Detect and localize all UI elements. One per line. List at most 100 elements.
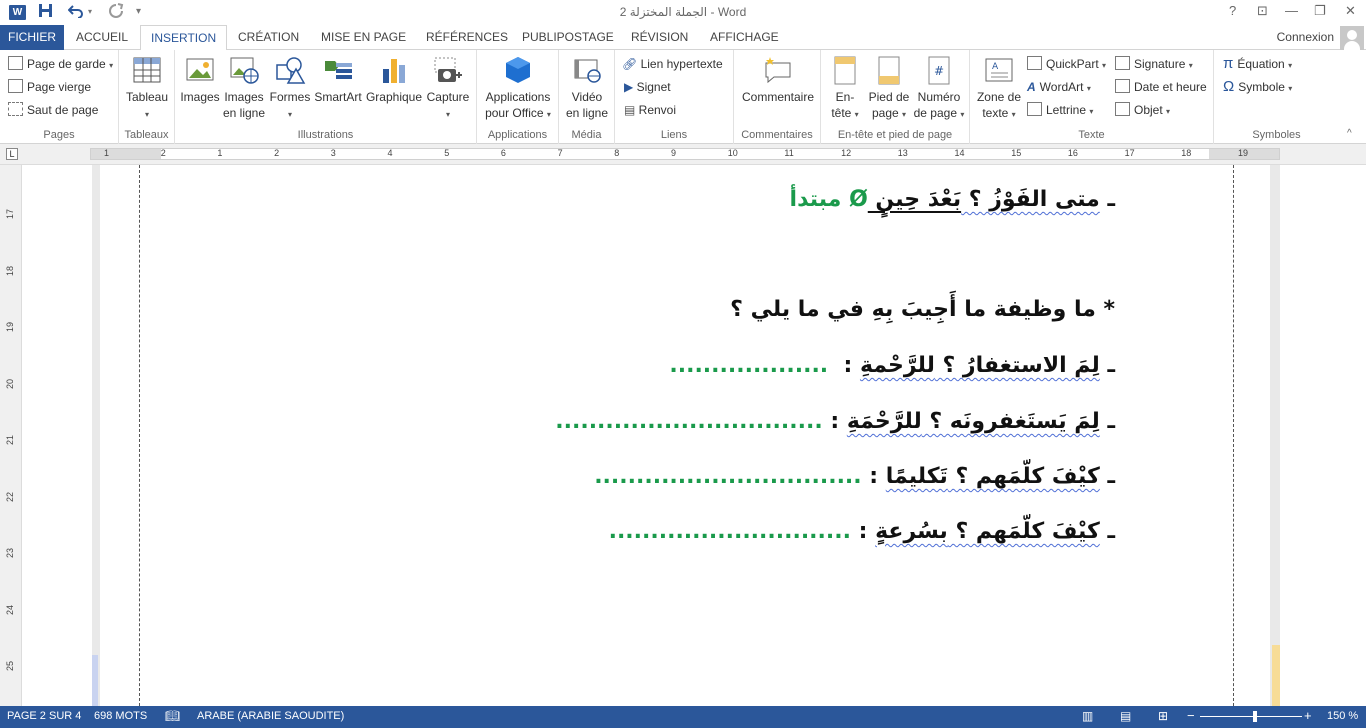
equation-button[interactable]: π Équation ▾ [1223,54,1292,74]
ruler-tick-label: 25 [5,660,16,672]
smartart-icon [325,61,352,79]
page-count[interactable]: PAGE 2 SUR 4 [7,710,81,722]
table-button[interactable]: Tableau ▾ [125,55,169,123]
zoom-slider-thumb[interactable] [1253,711,1257,722]
document-area[interactable]: 17 18 19 20 21 22 23 24 25 ـ متى الفَوْزُ ؟ بَعْ… [0,165,1366,706]
group-apps: Applications pour Office ▾ Applications [477,50,559,144]
page-break-icon [8,102,23,116]
text-box-button[interactable]: A Zone de texte ▾ [974,55,1024,123]
text-line[interactable]: ـ كيْفَ كلّمَهم ؟ تَكليمًا : ...........… [594,464,1115,489]
read-mode-icon[interactable]: ▥ [1082,709,1093,723]
cross-reference-button[interactable]: ▤ Renvoi [624,100,676,120]
symbol-button[interactable]: Ω Symbole ▾ [1223,77,1292,97]
minimize-icon[interactable]: — [1285,3,1298,18]
zoom-in-button[interactable]: + [1304,708,1312,723]
chart-button[interactable]: Graphique [365,55,423,105]
smartart-button[interactable]: SmartArt [313,55,363,105]
svg-text:A: A [992,62,999,72]
screenshot-button[interactable]: Capture ▾ [425,55,471,123]
ruler-tick-label: 19 [5,321,16,333]
bookmark-icon: ▶ [624,80,637,94]
avatar[interactable] [1340,26,1364,50]
ruler-tick-label: 1 [104,148,110,158]
tab-selector[interactable]: L [6,148,18,160]
sign-in-link[interactable]: Connexion [1277,30,1334,44]
ribbon-display-options-icon[interactable]: ⊡ [1257,3,1268,19]
tab-mailings[interactable]: PUBLIPOSTAGE [512,25,624,50]
wordart-button[interactable]: A WordArt ▾ [1027,77,1091,97]
print-layout-icon[interactable]: ▤ [1120,709,1131,723]
cover-page-button[interactable]: Page de garde ▾ [8,54,113,74]
tab-review[interactable]: RÉVISION [621,25,698,50]
link-icon: 🔗︎ [622,57,641,71]
tab-design[interactable]: CRÉATION [228,25,309,50]
zoom-out-button[interactable]: − [1187,708,1195,723]
hyperlink-button[interactable]: 🔗︎ Lien hypertexte [622,54,723,74]
ruler-tick-label: 17 [5,208,16,220]
tab-home[interactable]: ACCUEIL [66,25,138,50]
zoom-slider[interactable] [1200,716,1302,717]
pi-icon: π [1223,55,1234,72]
group-label-apps: Applications [487,129,548,141]
page-break-button[interactable]: Saut de page [8,100,98,120]
proofing-icon[interactable]: 📖︎ [165,709,180,723]
drop-cap-button[interactable]: Lettrine ▾ [1027,100,1093,120]
tab-file[interactable]: FICHIER [0,25,64,50]
images-button[interactable]: Images [180,55,220,105]
ruler-tick-label: 7 [557,148,563,158]
horizontal-ruler[interactable]: 1 2 1 2 3 4 5 6 7 8 9 10 11 12 13 14 15 16 17 18 19 [90,148,1280,160]
object-icon [1115,102,1130,116]
collapse-ribbon-icon[interactable]: ^ [1347,128,1352,139]
video-icon [574,59,601,83]
table-icon [133,57,161,83]
text-line[interactable]: ـ كيْفَ كلّمَهم ؟ بسُرعةٍ : ............… [609,519,1115,544]
tab-insert[interactable]: INSERTION [140,25,228,51]
group-label-comments: Commentaires [741,129,813,141]
object-button[interactable]: Objet ▾ [1115,100,1170,120]
language-indicator[interactable]: ARABE (ARABIE SAOUDITE) [197,710,344,722]
footer-button[interactable]: Pied de page ▾ [867,55,911,123]
drop-cap-icon [1027,102,1042,116]
word-count[interactable]: 698 MOTS [94,710,147,722]
header-icon [834,56,856,85]
date-time-button[interactable]: Date et heure [1115,77,1207,97]
page-number-button[interactable]: # Numéro de page ▾ [913,55,965,123]
restore-icon[interactable]: ❐ [1314,3,1326,19]
text-line[interactable]: ـ لِمَ يَستَغفرونَه ؟ للرَّحْمَةِ : ....… [555,409,1115,434]
group-illustrations: Images Images en ligne Formes ▾ SmartArt G… [175,50,477,144]
tab-layout[interactable]: MISE EN PAGE [311,25,416,50]
help-icon[interactable]: ? [1229,3,1236,18]
comment-button[interactable]: Commentaire [738,55,818,105]
tab-view[interactable]: AFFICHAGE [700,25,789,50]
blank-page-button[interactable]: Page vierge [8,77,91,97]
shapes-button[interactable]: Formes ▾ [269,55,311,123]
group-label-illustrations: Illustrations [297,129,354,141]
bookmark-button[interactable]: ▶ Signet [624,77,671,97]
ruler-tick-label: 22 [5,491,16,502]
bar-chart-icon [383,59,405,83]
tab-references[interactable]: RÉFÉRENCES [416,25,518,50]
text-line[interactable]: ـ لِمَ الاستغفارُ ؟ للرَّحْمةِ : .......… [669,353,1115,378]
calendar-icon [1115,79,1130,93]
status-bar: PAGE 2 SUR 4 698 MOTS 📖︎ ARABE (ARABIE S… [0,706,1366,728]
ruler-tick-label: 4 [387,148,393,158]
office-store-icon [506,57,530,83]
office-apps-button[interactable]: Applications pour Office ▾ [481,55,555,123]
page-number-icon: # [928,56,950,85]
header-button[interactable]: En-tête ▾ [825,55,865,123]
ruler-tick-label: 19 [1238,148,1249,158]
zoom-level[interactable]: 150 % [1327,710,1358,722]
ribbon: Page de garde ▾ Page vierge Saut de page… [0,50,1366,144]
web-layout-icon[interactable]: ⊞ [1158,709,1168,723]
text-line[interactable]: ـ متى الفَوْزُ ؟ بَعْدَ حِينٍ Ø مبتدأ [790,187,1115,212]
vertical-ruler[interactable]: 17 18 19 20 21 22 23 24 25 [0,165,22,706]
ruler-tick-label: 6 [500,148,506,158]
close-icon[interactable]: ✕ [1345,3,1356,19]
online-pictures-button[interactable]: Images en ligne [222,55,266,121]
signature-button[interactable]: Signature ▾ [1115,54,1193,74]
online-video-button[interactable]: Vidéo en ligne [563,55,611,121]
document-page[interactable]: ـ متى الفَوْزُ ؟ بَعْدَ حِينٍ Ø مبتدأ * … [100,165,1270,706]
exercise-heading[interactable]: * ما وظيفة ما أَجِيبَ بِهِ في ما يلي ؟ [730,297,1115,322]
ruler-tick-label: 16 [1067,148,1078,158]
quickpart-button[interactable]: QuickPart ▾ [1027,54,1106,74]
